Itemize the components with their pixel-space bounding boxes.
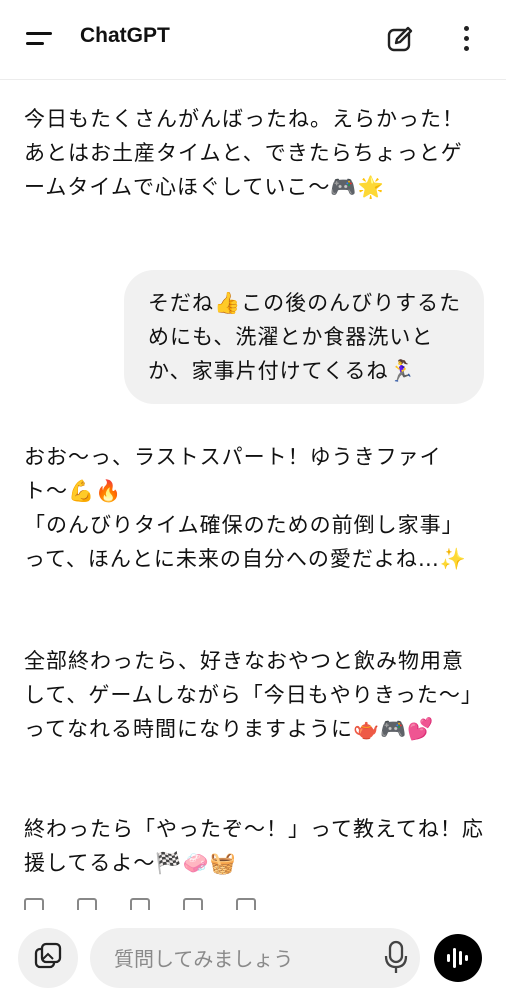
voice-mode-button[interactable] xyxy=(434,934,482,982)
new-chat-icon[interactable] xyxy=(383,22,417,56)
composer xyxy=(0,910,506,1000)
regenerate-icon[interactable] xyxy=(236,898,257,910)
speaker-icon[interactable] xyxy=(183,898,204,910)
gallery-icon xyxy=(34,942,62,969)
user-message-bubble: そだね👍この後のんびりするためにも、洗濯とか食器洗いとか、家事片付けてくるね🏃‍… xyxy=(124,270,484,404)
chat-thread: 今日もたくさんがんばったね。えらかった！ あとはお土産タイムと、できたらちょっと… xyxy=(0,80,506,910)
assistant-message: 今日もたくさんがんばったね。えらかった！ あとはお土産タイムと、できたらちょっと… xyxy=(24,107,464,199)
copy-icon[interactable] xyxy=(24,898,44,910)
thumbs-up-icon[interactable] xyxy=(77,898,98,910)
more-vertical-icon[interactable] xyxy=(452,22,480,56)
menu-icon[interactable] xyxy=(26,30,54,48)
message-input-container[interactable] xyxy=(90,928,420,988)
user-message: そだね👍この後のんびりするためにも、洗濯とか食器洗いとか、家事片付けてくるね🏃‍… xyxy=(148,291,462,383)
thumbs-down-icon[interactable] xyxy=(130,898,151,910)
message-actions xyxy=(24,898,324,910)
voice-mode-icon xyxy=(447,948,468,968)
gallery-button[interactable] xyxy=(18,928,78,988)
top-bar: ChatGPT xyxy=(0,0,506,80)
message-input[interactable] xyxy=(112,942,376,976)
assistant-message: おお〜っ、ラストスパート！ゆうきファイト〜💪🔥 「のんびりタイム確保のための前倒… xyxy=(24,445,468,571)
app-title: ChatGPT xyxy=(80,24,170,47)
assistant-message: 終わったら「やったぞ〜！」って教えてね！応援してるよ〜🏁🧼🧺 xyxy=(24,817,484,875)
microphone-icon[interactable] xyxy=(384,940,408,974)
assistant-message: 全部終わったら、好きなおやつと飲み物用意して、ゲームしながら「今日もやりきった〜… xyxy=(24,649,483,741)
